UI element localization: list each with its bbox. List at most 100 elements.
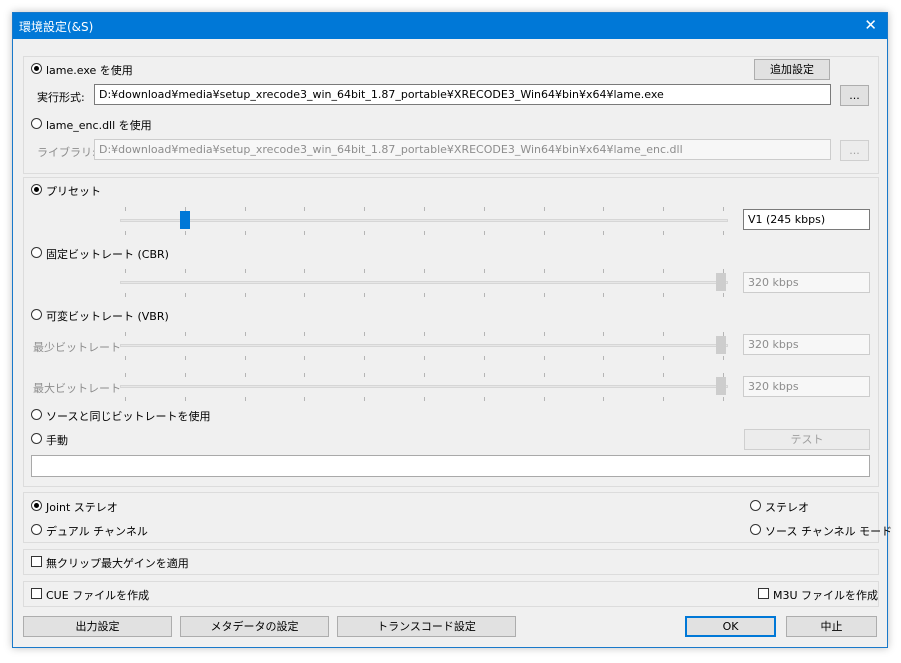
vbr-min-value-field[interactable]: 320 kbps bbox=[743, 334, 870, 355]
transcode-settings-button[interactable]: トランスコード設定 bbox=[337, 616, 516, 637]
test-button[interactable]: テスト bbox=[744, 429, 870, 450]
source-channel-mode-radio[interactable] bbox=[750, 524, 761, 535]
cbr-slider-tick bbox=[244, 269, 246, 273]
vbr-max-slider-track[interactable] bbox=[120, 385, 728, 388]
preset-slider-tick bbox=[125, 231, 126, 235]
preset-slider-track[interactable] bbox=[120, 219, 728, 222]
cbr-slider-thumb[interactable] bbox=[716, 273, 726, 291]
vbr-max-slider-tick bbox=[244, 397, 246, 401]
cbr-slider-tick bbox=[424, 293, 425, 297]
preset-slider-tick bbox=[364, 231, 366, 235]
manual-command-input[interactable] bbox=[31, 455, 870, 477]
stereo-radio[interactable] bbox=[750, 500, 761, 511]
vbr-max-slider-tick bbox=[424, 373, 425, 377]
vbr-max-slider-tick bbox=[184, 397, 186, 401]
extra-settings-button[interactable]: 追加設定 bbox=[754, 59, 830, 80]
preset-slider-thumb[interactable] bbox=[180, 211, 190, 229]
cbr-slider-tick bbox=[723, 293, 724, 297]
preset-slider-tick bbox=[424, 231, 425, 235]
vbr-max-slider-tick bbox=[424, 397, 425, 401]
cbr-slider-tick bbox=[364, 293, 366, 297]
source-bitrate-label[interactable]: ソースと同じビットレートを使用 bbox=[46, 408, 210, 424]
vbr-label[interactable]: 可変ビットレート (VBR) bbox=[46, 308, 169, 324]
preset-slider-tick bbox=[184, 207, 186, 211]
preset-value-field[interactable]: V1 (245 kbps) bbox=[743, 209, 870, 230]
manual-label[interactable]: 手動 bbox=[46, 432, 68, 448]
cbr-slider-tick bbox=[663, 293, 665, 297]
preset-slider-tick bbox=[723, 231, 724, 235]
preset-slider-tick bbox=[125, 207, 126, 211]
vbr-min-slider-track[interactable] bbox=[120, 344, 728, 347]
vbr-min-slider-tick bbox=[364, 356, 366, 360]
vbr-max-slider-tick bbox=[304, 373, 306, 377]
vbr-min-slider-tick bbox=[424, 356, 425, 360]
preset-slider-tick bbox=[663, 207, 665, 211]
vbr-min-slider-thumb[interactable] bbox=[716, 336, 726, 354]
metadata-settings-button[interactable]: メタデータの設定 bbox=[180, 616, 329, 637]
joint-stereo-radio[interactable] bbox=[31, 500, 42, 511]
cbr-radio[interactable] bbox=[31, 247, 42, 258]
exe-browse-button[interactable]: ... bbox=[840, 85, 869, 106]
lame-dll-radio[interactable] bbox=[31, 118, 42, 129]
stereo-label[interactable]: ステレオ bbox=[765, 499, 809, 515]
cbr-slider-track[interactable] bbox=[120, 281, 728, 284]
vbr-max-slider-tick bbox=[663, 373, 665, 377]
joint-stereo-label[interactable]: Joint ステレオ bbox=[46, 499, 118, 515]
source-channel-mode-label[interactable]: ソース チャンネル モード bbox=[765, 523, 892, 539]
exe-format-label: 実行形式: bbox=[37, 91, 85, 104]
vbr-max-slider-tick bbox=[543, 373, 545, 377]
preset-slider-tick bbox=[304, 207, 306, 211]
vbr-min-slider-tick bbox=[723, 356, 724, 360]
cue-file-label[interactable]: CUE ファイルを作成 bbox=[46, 587, 149, 603]
cbr-slider-tick bbox=[543, 293, 545, 297]
vbr-min-slider-tick bbox=[125, 356, 126, 360]
vbr-min-slider-tick bbox=[483, 332, 485, 336]
cue-file-checkbox[interactable] bbox=[31, 588, 42, 599]
preset-slider-tick bbox=[424, 207, 425, 211]
preset-label[interactable]: プリセット bbox=[46, 183, 101, 199]
vbr-max-slider-tick bbox=[125, 373, 126, 377]
cbr-slider-tick bbox=[663, 269, 665, 273]
m3u-file-checkbox[interactable] bbox=[758, 588, 769, 599]
dual-channel-label[interactable]: デュアル チャンネル bbox=[46, 523, 148, 539]
file-options-group bbox=[23, 581, 879, 607]
dll-path-input[interactable]: D:¥download¥media¥setup_xrecode3_win_64b… bbox=[94, 139, 831, 160]
source-bitrate-radio[interactable] bbox=[31, 409, 42, 420]
vbr-max-slider-tick bbox=[244, 373, 246, 377]
lame-exe-radio[interactable] bbox=[31, 63, 42, 74]
vbr-max-slider-thumb[interactable] bbox=[716, 377, 726, 395]
vbr-max-value-field[interactable]: 320 kbps bbox=[743, 376, 870, 397]
vbr-radio[interactable] bbox=[31, 309, 42, 320]
manual-radio[interactable] bbox=[31, 433, 42, 444]
vbr-max-slider-tick bbox=[723, 397, 724, 401]
vbr-max-slider-tick bbox=[603, 397, 605, 401]
vbr-min-slider-tick bbox=[304, 332, 306, 336]
vbr-max-slider-tick bbox=[364, 373, 366, 377]
preset-slider-tick bbox=[603, 231, 605, 235]
cbr-slider-tick bbox=[304, 293, 306, 297]
vbr-max-slider-tick bbox=[483, 397, 485, 401]
preset-radio[interactable] bbox=[31, 184, 42, 195]
dual-channel-radio[interactable] bbox=[31, 524, 42, 535]
dll-browse-button[interactable]: ... bbox=[840, 140, 869, 161]
noclip-gain-label[interactable]: 無クリップ最大ゲインを適用 bbox=[46, 555, 189, 571]
cbr-label[interactable]: 固定ビットレート (CBR) bbox=[46, 246, 169, 262]
settings-dialog: 環境設定(&S) ✕ lame.exe を使用 追加設定 実行形式: D:¥do… bbox=[12, 12, 892, 648]
vbr-min-slider-tick bbox=[543, 356, 545, 360]
cbr-slider-tick bbox=[483, 269, 485, 273]
cancel-button[interactable]: 中止 bbox=[786, 616, 877, 637]
noclip-gain-checkbox[interactable] bbox=[31, 556, 42, 567]
vbr-min-slider-tick bbox=[543, 332, 545, 336]
cbr-slider-tick bbox=[304, 269, 306, 273]
close-icon[interactable]: ✕ bbox=[864, 16, 877, 34]
cbr-value-field[interactable]: 320 kbps bbox=[743, 272, 870, 293]
lame-exe-label[interactable]: lame.exe を使用 bbox=[46, 62, 133, 78]
output-settings-button[interactable]: 出力設定 bbox=[23, 616, 172, 637]
cbr-slider-tick bbox=[364, 269, 366, 273]
preset-slider-tick bbox=[483, 231, 485, 235]
exe-path-input[interactable]: D:¥download¥media¥setup_xrecode3_win_64b… bbox=[94, 84, 831, 105]
preset-slider-tick bbox=[603, 207, 605, 211]
lame-dll-label[interactable]: lame_enc.dll を使用 bbox=[46, 117, 152, 133]
ok-button[interactable]: OK bbox=[685, 616, 776, 637]
m3u-file-label[interactable]: M3U ファイルを作成 bbox=[773, 587, 878, 603]
